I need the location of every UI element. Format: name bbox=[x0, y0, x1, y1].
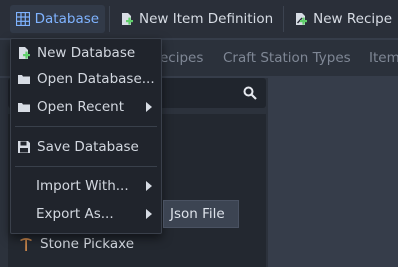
toolbar-separator bbox=[109, 6, 111, 32]
menu-separator bbox=[15, 126, 157, 127]
menu-item-save-database[interactable]: Save Database bbox=[11, 135, 161, 159]
submenu-item-label: Json File bbox=[170, 206, 225, 222]
menu-item-label: New Database bbox=[37, 45, 136, 61]
menu-separator bbox=[15, 166, 157, 167]
new-item-definition-button[interactable]: New Item Definition bbox=[114, 5, 279, 33]
toolbar: Database New Item Definition New Recipe bbox=[0, 0, 398, 38]
menu-item-open-database[interactable]: Open Database... bbox=[11, 67, 161, 91]
tab-recipes[interactable]: ecipes bbox=[160, 50, 203, 66]
new-recipe-label: New Recipe bbox=[313, 11, 393, 27]
menu-item-new-database[interactable]: New Database bbox=[11, 41, 161, 65]
menu-item-label: Export As... bbox=[36, 206, 114, 222]
database-menu-label: Database bbox=[34, 11, 100, 27]
new-item-definition-label: New Item Definition bbox=[139, 11, 274, 27]
menu-item-open-recent[interactable]: Open Recent bbox=[11, 95, 161, 119]
database-dropdown-menu: New Database Open Database... Open Recen… bbox=[10, 38, 162, 234]
new-recipe-button[interactable]: New Recipe bbox=[288, 5, 398, 33]
toolbar-separator bbox=[283, 6, 285, 32]
pickaxe-icon bbox=[18, 236, 34, 252]
chevron-right-icon bbox=[145, 101, 153, 113]
folder-icon bbox=[17, 72, 31, 86]
database-menu-button[interactable]: Database bbox=[9, 5, 106, 33]
chevron-right-icon bbox=[145, 180, 153, 192]
chevron-right-icon bbox=[145, 208, 153, 220]
search-icon[interactable] bbox=[243, 86, 257, 100]
folder-icon bbox=[17, 100, 31, 114]
menu-item-export-as[interactable]: Export As... bbox=[11, 202, 161, 226]
new-file-icon bbox=[120, 12, 134, 26]
new-recipe-icon bbox=[294, 12, 308, 26]
export-submenu-json-file[interactable]: Json File bbox=[163, 200, 239, 228]
menu-item-label: Save Database bbox=[37, 139, 139, 155]
menu-item-label: Open Database... bbox=[37, 71, 155, 87]
menu-item-label: Open Recent bbox=[37, 99, 125, 115]
menu-item-label: Import With... bbox=[36, 178, 129, 194]
new-file-icon bbox=[17, 46, 31, 60]
app-window: Database New Item Definition New Recipe … bbox=[0, 0, 398, 267]
list-item[interactable]: Stone Pickaxe bbox=[8, 232, 266, 256]
tab-craft-station-types[interactable]: Craft Station Types bbox=[223, 50, 351, 66]
save-icon bbox=[17, 140, 31, 154]
menu-item-import-with[interactable]: Import With... bbox=[11, 174, 161, 198]
list-item-label: Stone Pickaxe bbox=[40, 236, 135, 252]
grid-icon bbox=[15, 11, 30, 27]
tab-item[interactable]: Item bbox=[369, 50, 398, 66]
